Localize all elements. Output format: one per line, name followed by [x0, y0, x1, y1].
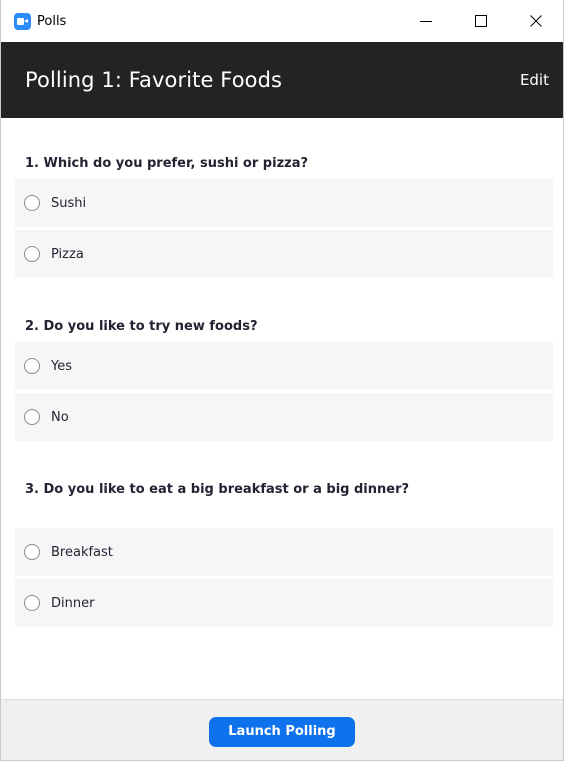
- option-label: Pizza: [51, 246, 84, 262]
- radio-button[interactable]: [24, 195, 40, 211]
- question-1: 1. Which do you prefer, sushi or pizza? …: [15, 154, 553, 281]
- question-2: 2. Do you like to try new foods? Yes No: [15, 317, 553, 444]
- minimize-icon: [419, 21, 432, 22]
- radio-button[interactable]: [24, 544, 40, 560]
- poll-footer: Launch Polling: [1, 699, 563, 760]
- radio-button[interactable]: [24, 595, 40, 611]
- polls-window: Polls Polling 1: Favorite Foods Edit 1. …: [0, 0, 564, 761]
- option-yes[interactable]: Yes: [15, 342, 553, 390]
- zoom-camera-icon: [14, 12, 31, 30]
- option-label: Sushi: [51, 195, 87, 211]
- question-3: 3. Do you like to eat a big breakfast or…: [15, 480, 553, 630]
- option-sushi[interactable]: Sushi: [15, 179, 553, 227]
- option-label: Dinner: [51, 595, 95, 611]
- maximize-icon: [474, 15, 487, 27]
- poll-header: Polling 1: Favorite Foods Edit: [1, 42, 563, 118]
- edit-button[interactable]: Edit: [520, 71, 549, 89]
- option-no[interactable]: No: [15, 393, 553, 441]
- poll-title: Polling 1: Favorite Foods: [25, 68, 283, 92]
- launch-polling-button[interactable]: Launch Polling: [209, 716, 355, 747]
- window-controls: [398, 0, 563, 42]
- title-bar[interactable]: Polls: [1, 0, 563, 42]
- radio-button[interactable]: [24, 358, 40, 374]
- option-label: Breakfast: [51, 544, 113, 560]
- poll-content: 1. Which do you prefer, sushi or pizza? …: [1, 118, 563, 698]
- window-title: Polls: [37, 13, 67, 29]
- question-text: 2. Do you like to try new foods?: [25, 319, 258, 334]
- question-text: 1. Which do you prefer, sushi or pizza?: [25, 156, 309, 171]
- maximize-button[interactable]: [453, 0, 508, 42]
- minimize-button[interactable]: [398, 0, 453, 42]
- option-label: No: [51, 409, 69, 425]
- radio-button[interactable]: [24, 409, 40, 425]
- option-breakfast[interactable]: Breakfast: [15, 528, 553, 576]
- radio-button[interactable]: [24, 246, 40, 262]
- option-label: Yes: [51, 358, 72, 374]
- option-pizza[interactable]: Pizza: [15, 230, 553, 278]
- question-text: 3. Do you like to eat a big breakfast or…: [25, 482, 410, 497]
- close-icon: [529, 15, 542, 27]
- close-button[interactable]: [508, 0, 563, 42]
- option-dinner[interactable]: Dinner: [15, 579, 553, 627]
